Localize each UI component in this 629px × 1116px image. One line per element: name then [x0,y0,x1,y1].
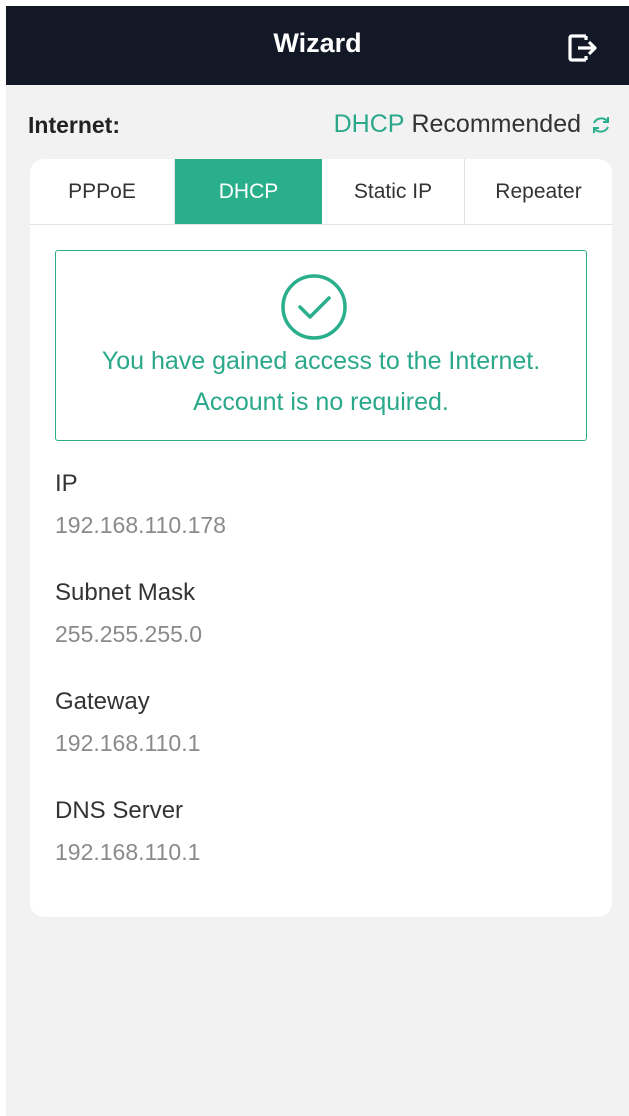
logout-icon[interactable] [562,28,602,68]
success-message: You have gained access to the Internet. [101,347,541,375]
recommended-mode-name: DHCP [333,110,405,138]
recommended-text: Recommended [411,110,581,138]
field-value: 192.168.110.1 [55,839,201,865]
recommended-mode: DHCP Recommended [334,110,613,139]
field-subnet-mask: Subnet Mask 255.255.255.0 [55,579,585,648]
tab-dhcp[interactable]: DHCP [175,159,322,224]
tab-repeater[interactable]: Repeater [465,159,612,224]
check-circle-icon [281,274,347,340]
tab-static-ip[interactable]: Static IP [322,159,465,224]
field-value: 255.255.255.0 [55,621,203,647]
success-submessage: Account is no required. [193,388,449,416]
header-bar: Wizard [6,6,629,85]
connection-type-tabs: PPPoE DHCP Static IP Repeater [30,159,612,225]
field-dns-server: DNS Server 192.168.110.1 [55,797,585,866]
internet-label: Internet: [28,112,120,138]
refresh-icon[interactable] [589,113,613,137]
page-title: Wizard [273,28,362,58]
field-value: 192.168.110.178 [55,512,226,538]
app-frame: Wizard Internet: DHCP Recommended PPPoE … [6,6,629,1116]
tab-pppoe[interactable]: PPPoE [30,159,175,224]
internet-status-row: Internet: DHCP Recommended [28,108,613,142]
field-gateway: Gateway 192.168.110.1 [55,688,585,757]
field-label: IP [55,470,78,497]
field-label: DNS Server [55,797,184,824]
connection-success-box: You have gained access to the Internet. … [55,250,587,441]
field-value: 192.168.110.1 [55,730,201,756]
field-label: Gateway [55,688,150,715]
field-ip: IP 192.168.110.178 [55,470,585,539]
connection-card: PPPoE DHCP Static IP Repeater You have g… [30,159,612,917]
field-label: Subnet Mask [55,579,196,606]
